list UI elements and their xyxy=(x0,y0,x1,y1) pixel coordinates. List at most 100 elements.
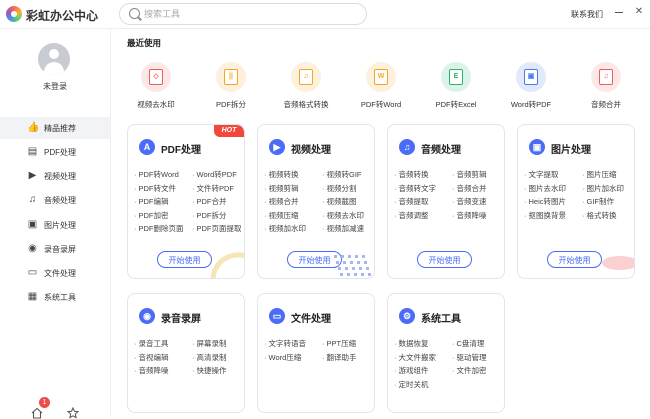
feature-link[interactable]: 视频加水印 xyxy=(264,223,307,234)
feature-link[interactable]: 驱动管理 xyxy=(452,352,487,363)
feature-link[interactable]: 视频合并 xyxy=(264,196,299,207)
tool-card[interactable]: ◉ 录音录屏录音工具 屏幕录制音视编辑 高清录制音频降噪 快捷操作 xyxy=(127,293,245,413)
recent-item-icon: ♫ xyxy=(291,62,321,92)
start-button[interactable]: 开始使用 xyxy=(157,251,212,268)
recent-item-icon: || xyxy=(216,62,246,92)
feature-link[interactable]: 翻译助手 xyxy=(322,352,357,363)
feature-link[interactable]: PDF转Word xyxy=(134,169,179,180)
feature-link[interactable]: 视频加减速 xyxy=(322,223,365,234)
feature-link[interactable]: PDF页面提取 xyxy=(192,223,242,234)
feature-link[interactable]: 游戏组件 xyxy=(394,365,429,376)
tool-card[interactable]: ▣ 图片处理文字提取 图片压缩图片去水印 图片加水印 Heic转图片 GIF制作抠图换背景… xyxy=(517,124,635,279)
recent-item[interactable]: ◇ 视频去水印 xyxy=(121,62,191,112)
sidebar-item-label: 音频处理 xyxy=(44,196,76,205)
feature-link[interactable]: 音频降噪 xyxy=(452,210,487,221)
avatar[interactable] xyxy=(38,43,70,75)
feature-link[interactable]: C盘清理 xyxy=(452,338,485,349)
tool-card[interactable]: ♫ 音频处理音频转换 音频剪辑音频转文字 音频合并音频提取 音频变速音频调整 音频降噪开始… xyxy=(387,124,505,279)
sidebar-item-pdf[interactable]: ▤ PDF处理 xyxy=(0,141,110,163)
star-icon[interactable] xyxy=(67,407,79,419)
login-status[interactable]: 未登录 xyxy=(0,81,110,92)
sidebar-item-video[interactable]: ▶ 视频处理 xyxy=(0,165,110,187)
feature-link[interactable]: 文字转语音 xyxy=(264,338,307,349)
feature-link[interactable]: 视频分割 xyxy=(322,183,357,194)
feature-link[interactable]: PPT压缩 xyxy=(322,338,357,349)
feature-link[interactable]: 文件转PDF xyxy=(192,183,235,194)
recent-item[interactable]: E PDF转Excel xyxy=(421,62,491,112)
sidebar-item-image[interactable]: ▣ 图片处理 xyxy=(0,214,110,236)
feature-link[interactable]: 高清录制 xyxy=(192,352,227,363)
feature-link[interactable]: 视频去水印 xyxy=(322,210,365,221)
feature-link[interactable]: 音频转文字 xyxy=(394,183,437,194)
card-category-icon: ▣ xyxy=(529,139,545,155)
feature-link[interactable]: 图片压缩 xyxy=(582,169,617,180)
contact-us-link[interactable]: 联系我们 xyxy=(571,9,603,20)
feature-link[interactable]: 音频变速 xyxy=(452,196,487,207)
tool-card[interactable]: ⚙ 系统工具数据恢复 C盘清理大文件搬家 驱动管理游戏组件 文件加密定时关机 xyxy=(387,293,505,413)
feature-link[interactable]: 格式转换 xyxy=(582,210,617,221)
feature-link[interactable]: 大文件搬家 xyxy=(394,352,437,363)
feature-link[interactable]: 音视编辑 xyxy=(134,352,169,363)
start-button[interactable]: 开始使用 xyxy=(547,251,602,268)
feature-link[interactable]: PDF转文件 xyxy=(134,183,177,194)
minimize-button[interactable] xyxy=(612,5,626,19)
feature-link[interactable]: 音频剪辑 xyxy=(452,169,487,180)
decorative-dots xyxy=(334,255,371,276)
feature-link[interactable]: 屏幕录制 xyxy=(192,338,227,349)
sidebar-item-system[interactable]: ▦ 系统工具 xyxy=(0,286,110,308)
feature-link[interactable]: GIF制作 xyxy=(582,196,615,207)
feature-link[interactable]: 视频转换 xyxy=(264,169,299,180)
feature-link[interactable]: PDF删除页面 xyxy=(134,223,184,234)
feature-link[interactable]: 录音工具 xyxy=(134,338,169,349)
card-category-icon: ♫ xyxy=(399,139,415,155)
feature-link[interactable]: Heic转图片 xyxy=(524,196,567,207)
feature-link[interactable]: PDF合并 xyxy=(192,196,227,207)
feature-link[interactable]: 抠图换背景 xyxy=(524,210,567,221)
feature-link[interactable]: 文字提取 xyxy=(524,169,559,180)
card-category-icon: A xyxy=(139,139,155,155)
feature-link[interactable]: Word转PDF xyxy=(192,169,237,180)
feature-link[interactable]: 视频压缩 xyxy=(264,210,299,221)
recent-item-icon: ♫ xyxy=(591,62,621,92)
decorative-blob xyxy=(602,256,634,270)
feature-link[interactable]: 视频转GIF xyxy=(322,169,362,180)
feature-link[interactable]: 音频调整 xyxy=(394,210,429,221)
home-icon[interactable] xyxy=(31,407,43,419)
card-title: 图片处理 xyxy=(551,145,591,156)
sidebar-item-featured[interactable]: 👍 精品推荐 xyxy=(0,117,110,139)
feature-link[interactable]: 图片加水印 xyxy=(582,183,625,194)
feature-link[interactable]: 图片去水印 xyxy=(524,183,567,194)
search-input[interactable] xyxy=(144,6,344,21)
recent-item[interactable]: ▣ Word转PDF xyxy=(496,62,566,112)
decorative-arc xyxy=(210,252,244,278)
close-button[interactable]: ✕ xyxy=(632,5,646,19)
sidebar-item-recording[interactable]: ◉ 录音录屏 xyxy=(0,238,110,260)
recent-item[interactable]: ♫ 音频合并 xyxy=(571,62,641,112)
feature-link[interactable]: PDF编辑 xyxy=(134,196,169,207)
recent-item[interactable]: || PDF拆分 xyxy=(196,62,266,112)
tool-card[interactable]: ▶ 视频处理视频转换 视频转GIF 视频剪辑 视频分割视频合并 视频截图视频压缩 视频去水印… xyxy=(257,124,375,279)
feature-link[interactable]: 文件加密 xyxy=(452,365,487,376)
start-button[interactable]: 开始使用 xyxy=(417,251,472,268)
feature-link[interactable]: Word压缩 xyxy=(264,352,302,363)
recent-item[interactable]: ♫ 音频格式转换 xyxy=(271,62,341,112)
feature-link[interactable]: 音频降噪 xyxy=(134,365,169,376)
search-box[interactable] xyxy=(119,3,367,25)
feature-link[interactable]: 数据恢复 xyxy=(394,338,429,349)
feature-link[interactable]: 定时关机 xyxy=(394,379,429,390)
recent-item[interactable]: W PDF转Word xyxy=(346,62,416,112)
tool-card[interactable]: A PDF处理 HOT PDF转Word Word转PDF PDF转文件 文件转PDF PDF… xyxy=(127,124,245,279)
feature-link[interactable]: 快捷操作 xyxy=(192,365,227,376)
feature-link[interactable]: 音频合并 xyxy=(452,183,487,194)
feature-link[interactable]: 视频截图 xyxy=(322,196,357,207)
thumbs-up-icon: 👍 xyxy=(27,122,40,133)
tool-card[interactable]: ▭ 文件处理文字转语音 PPT压缩 Word压缩 翻译助手 xyxy=(257,293,375,413)
sidebar-item-file[interactable]: ▭ 文件处理 xyxy=(0,262,110,284)
feature-link[interactable]: PDF拆分 xyxy=(192,210,227,221)
feature-link[interactable]: PDF加密 xyxy=(134,210,169,221)
feature-link[interactable]: 音频转换 xyxy=(394,169,429,180)
sidebar-item-label: 图片处理 xyxy=(44,221,76,230)
sidebar-item-audio[interactable]: ♫ 音频处理 xyxy=(0,189,110,211)
feature-link[interactable]: 视频剪辑 xyxy=(264,183,299,194)
feature-link[interactable]: 音频提取 xyxy=(394,196,429,207)
